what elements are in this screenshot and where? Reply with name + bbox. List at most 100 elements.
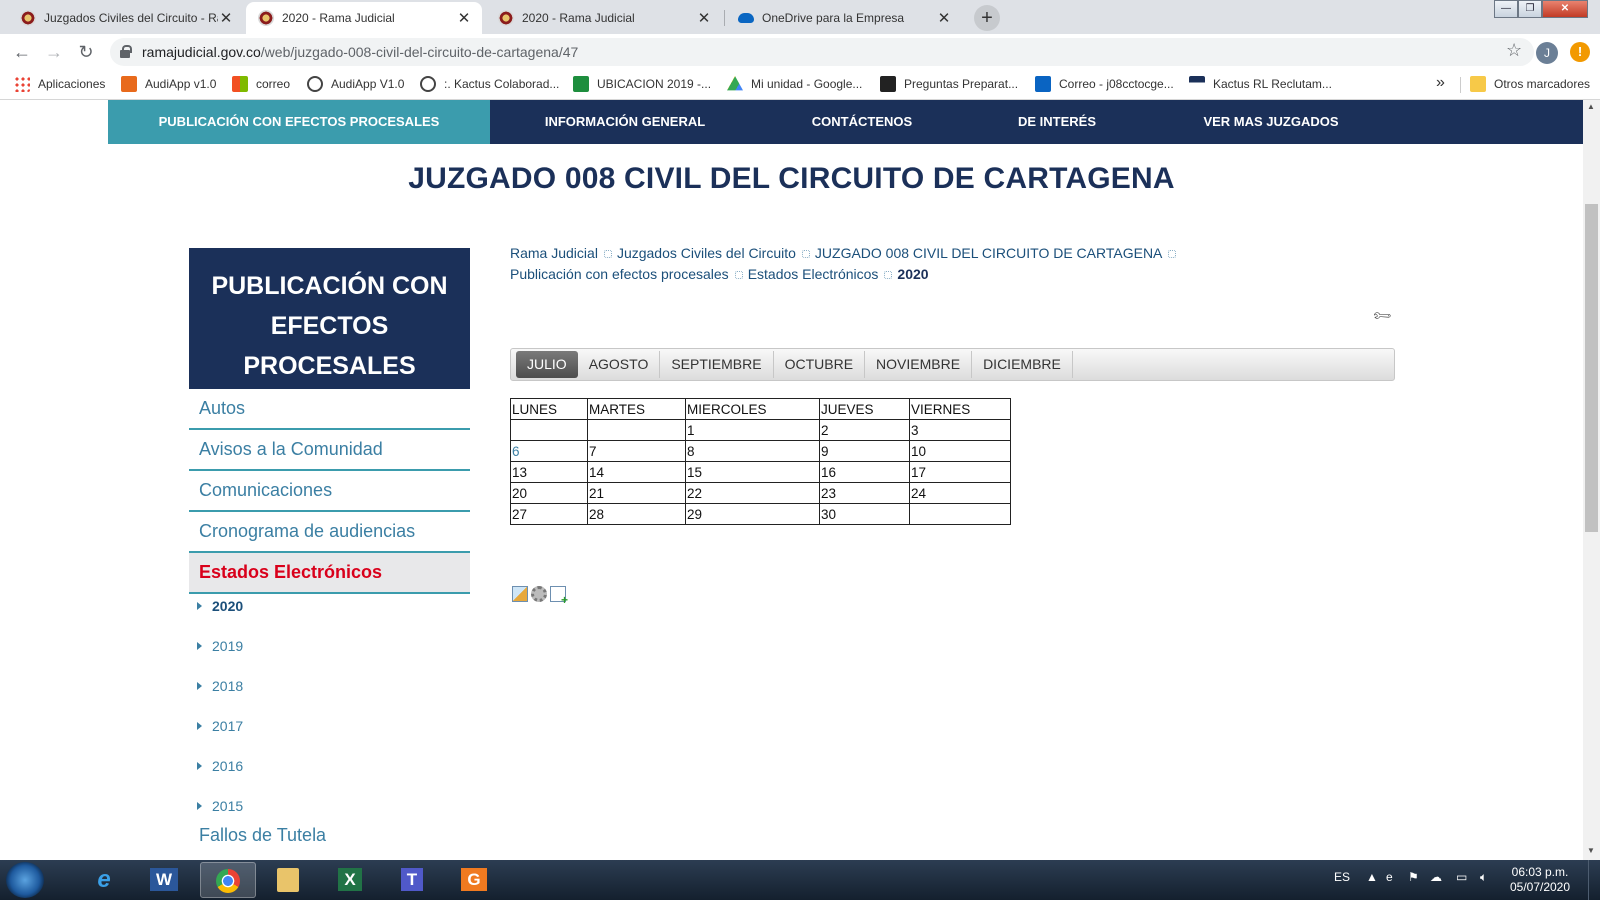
calendar-day-link[interactable]: 6 <box>510 440 588 462</box>
bookmark-item[interactable]: AudiApp v1.0 <box>121 76 216 92</box>
excel-icon[interactable]: X <box>322 862 378 898</box>
sidebar-item-comunicaciones[interactable]: Comunicaciones <box>189 471 470 512</box>
action-center-flag-icon[interactable]: ⚑ <box>1408 870 1419 884</box>
browser-tab-active[interactable]: 2020 - Rama Judicial ✕ <box>246 2 482 34</box>
tab-diciembre[interactable]: DICIEMBRE <box>972 351 1073 378</box>
close-window-icon[interactable]: ✕ <box>1542 0 1588 18</box>
address-bar[interactable]: ramajudicial.gov.co/web/juzgado-008-civi… <box>110 38 1534 66</box>
nav-ver-mas-juzgados[interactable]: VER MAS JUZGADOS <box>1150 100 1392 144</box>
profile-avatar[interactable]: J <box>1536 42 1558 64</box>
forward-arrow-icon[interactable]: → <box>42 40 66 64</box>
gear-icon[interactable] <box>531 586 547 602</box>
volume-icon[interactable]: 🔈︎ <box>1480 870 1487 885</box>
other-bookmarks[interactable]: Otros marcadores <box>1470 76 1590 92</box>
sidebar-item-autos[interactable]: Autos <box>189 389 470 430</box>
taskbar-clock[interactable]: 06:03 p.m. 05/07/2020 <box>1500 865 1580 895</box>
tab-close-icon[interactable]: ✕ <box>696 9 712 27</box>
scroll-up-arrow-icon[interactable]: ▲ <box>1587 102 1595 111</box>
bookmark-item[interactable]: correo <box>232 76 290 92</box>
internet-explorer-icon[interactable]: e <box>76 862 132 898</box>
year-label: 2020 <box>212 598 244 614</box>
network-icon[interactable]: ▭ <box>1456 870 1467 884</box>
tab-title: OneDrive para la Empresa <box>762 11 905 25</box>
calendar-week-row: 13 14 15 16 17 <box>510 461 1011 483</box>
bookmark-item[interactable]: UBICACION 2019 -... <box>573 76 711 92</box>
audiapp-icon <box>121 76 137 92</box>
page-scrollbar[interactable]: ▲ ▼ <box>1583 100 1600 860</box>
browser-tab[interactable]: OneDrive para la Empresa ✕ <box>726 2 962 34</box>
nav-publicacion[interactable]: PUBLICACIÓN CON EFECTOS PROCESALES <box>108 100 490 144</box>
year-label: 2015 <box>212 798 244 814</box>
back-arrow-icon[interactable]: ← <box>10 40 34 64</box>
bookmark-label: Aplicaciones <box>38 77 106 91</box>
breadcrumb-link[interactable]: Estados Electrónicos <box>748 266 879 282</box>
tab-noviembre[interactable]: NOVIEMBRE <box>865 351 973 378</box>
pdf-icon[interactable]: G <box>446 862 502 898</box>
wrench-icon[interactable]: 🔧︎ <box>1371 305 1394 328</box>
bookmarks-separator <box>1460 77 1461 93</box>
bookmark-apps[interactable]: Aplicaciones <box>14 76 105 92</box>
microsoft-icon <box>232 76 248 92</box>
tab-octubre[interactable]: OCTUBRE <box>774 351 866 378</box>
bookmark-item[interactable]: Mi unidad - Google... <box>727 76 862 92</box>
year-item-2020[interactable]: 2020 <box>197 586 243 626</box>
sidebar-item-fallos-de-tutela[interactable]: Fallos de Tutela <box>199 825 326 846</box>
bookmark-star-icon[interactable]: ☆ <box>1506 40 1522 61</box>
reload-icon[interactable]: ↻ <box>74 40 98 64</box>
breadcrumb-link[interactable]: Publicación con efectos procesales <box>510 266 729 282</box>
tab-close-icon[interactable]: ✕ <box>456 9 472 27</box>
scroll-down-arrow-icon[interactable]: ▼ <box>1587 846 1595 855</box>
bookmark-label: correo <box>256 77 291 91</box>
lock-icon[interactable] <box>120 45 132 58</box>
calendar-day-cell: 27 <box>510 503 588 525</box>
edge-tray-icon[interactable]: e <box>1386 870 1393 884</box>
bookmarks-overflow-icon[interactable]: » <box>1436 74 1445 92</box>
chrome-icon[interactable] <box>200 862 256 898</box>
sidebar-item-cronograma[interactable]: Cronograma de audiencias <box>189 512 470 553</box>
nav-contactenos[interactable]: CONTÁCTENOS <box>760 100 964 144</box>
language-indicator[interactable]: ES <box>1334 870 1350 884</box>
scrollbar-thumb[interactable] <box>1585 204 1598 532</box>
calendar-day-cell: 13 <box>510 461 588 483</box>
bookmark-item[interactable]: Correo - j08cctocge... <box>1035 76 1174 92</box>
breadcrumb-link[interactable]: Rama Judicial <box>510 245 598 261</box>
onedrive-tray-icon[interactable]: ☁ <box>1430 870 1442 884</box>
browser-tab[interactable]: 2020 - Rama Judicial ✕ <box>486 2 722 34</box>
breadcrumb-link[interactable]: Juzgados Civiles del Circuito <box>617 245 796 261</box>
minimize-window-icon[interactable]: — <box>1494 0 1518 18</box>
year-item-2017[interactable]: 2017 <box>197 706 243 746</box>
bookmark-item[interactable]: Kactus RL Reclutam... <box>1189 76 1332 92</box>
bookmark-item[interactable]: :. Kactus Colaborad... <box>420 76 559 92</box>
year-item-2015[interactable]: 2015 <box>197 786 243 826</box>
teams-icon[interactable]: T <box>384 862 440 898</box>
browser-tab[interactable]: Juzgados Civiles del Circuito - Ra ✕ <box>8 2 244 34</box>
chrome-update-icon[interactable]: ! <box>1570 42 1590 62</box>
edit-icon[interactable] <box>512 586 528 602</box>
tab-septiembre[interactable]: SEPTIEMBRE <box>660 351 774 378</box>
windows-start-icon[interactable] <box>6 862 44 898</box>
bookmark-item[interactable]: AudiApp V1.0 <box>307 76 404 92</box>
year-item-2018[interactable]: 2018 <box>197 666 243 706</box>
new-tab-plus-icon[interactable]: + <box>974 5 1000 31</box>
show-desktop-button[interactable] <box>1588 860 1600 900</box>
nav-de-interes[interactable]: DE INTERÉS <box>964 100 1150 144</box>
year-item-2019[interactable]: 2019 <box>197 626 243 666</box>
tab-close-icon[interactable]: ✕ <box>936 9 952 27</box>
tab-close-icon[interactable]: ✕ <box>218 9 234 27</box>
browser-toolbar: ← → ↻ ramajudicial.gov.co/web/juzgado-00… <box>0 34 1600 70</box>
word-icon[interactable]: W <box>136 862 192 898</box>
restore-window-icon[interactable]: ❐ <box>1518 0 1542 18</box>
add-page-icon[interactable] <box>550 586 568 607</box>
show-hidden-icons-icon[interactable]: ▲ <box>1366 870 1378 884</box>
rama-judicial-favicon-icon <box>20 10 36 26</box>
calendar-day-cell <box>587 419 686 441</box>
tab-julio[interactable]: JULIO <box>516 351 578 378</box>
site-top-nav: PUBLICACIÓN CON EFECTOS PROCESALES INFOR… <box>108 100 1583 144</box>
bookmark-item[interactable]: Preguntas Preparat... <box>880 76 1018 92</box>
breadcrumb-link[interactable]: JUZGADO 008 CIVIL DEL CIRCUITO DE CARTAG… <box>815 245 1162 261</box>
tab-agosto[interactable]: AGOSTO <box>578 351 661 378</box>
file-explorer-icon[interactable] <box>260 862 316 898</box>
nav-informacion-general[interactable]: INFORMACIÓN GENERAL <box>490 100 760 144</box>
year-item-2016[interactable]: 2016 <box>197 746 243 786</box>
sidebar-item-avisos[interactable]: Avisos a la Comunidad <box>189 430 470 471</box>
